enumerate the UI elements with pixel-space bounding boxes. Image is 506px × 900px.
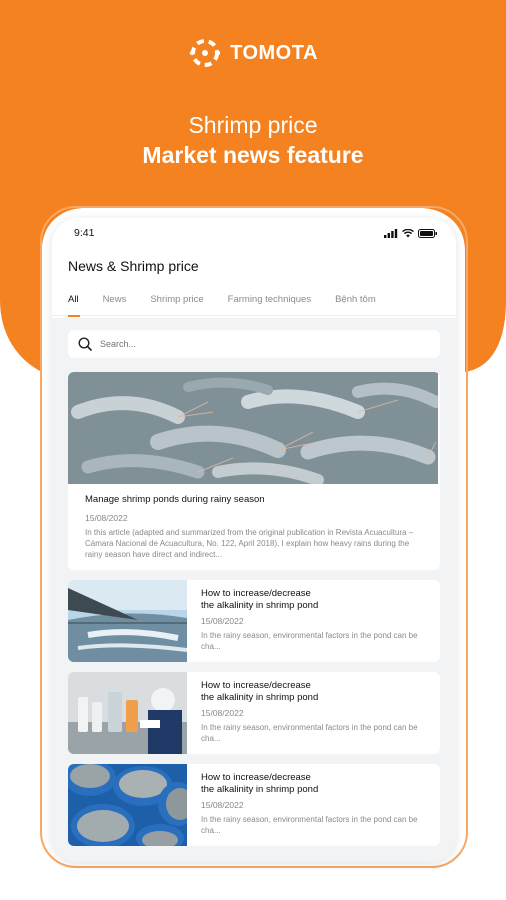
status-time: 9:41	[74, 227, 95, 239]
signal-icon	[384, 228, 398, 238]
featured-title: Manage shrimp ponds during rainy season	[85, 494, 265, 505]
article-title-line2: the alkalinity in shrimp pond	[201, 692, 319, 703]
wifi-icon	[402, 228, 414, 237]
tab-farming-techniques[interactable]: Farming techniques	[228, 284, 311, 316]
article-title-line1: How to increase/decrease	[201, 772, 311, 783]
search-bar[interactable]	[68, 330, 440, 358]
headline-line1: Shrimp price	[188, 112, 318, 138]
status-bar: 9:41	[52, 218, 456, 248]
article-title-line1: How to increase/decrease	[201, 680, 311, 691]
search-icon	[78, 337, 92, 351]
article-image	[68, 764, 198, 846]
page-title: News & Shrimp price	[68, 258, 199, 274]
phone-screen: 9:41 News & Shrimp price All News Shrimp…	[52, 218, 456, 862]
article-title: How to increase/decrease the alkalinity …	[201, 588, 426, 612]
article-date: 15/08/2022	[201, 708, 244, 718]
brand-name: TOMOTA	[230, 41, 318, 64]
search-input[interactable]	[100, 339, 400, 349]
article-card[interactable]: How to increase/decrease the alkalinity …	[68, 580, 440, 662]
tab-news[interactable]: News	[103, 284, 127, 316]
featured-excerpt: In this article (adapted and summarized …	[85, 528, 414, 559]
article-body: How to increase/decrease the alkalinity …	[187, 764, 440, 846]
tab-shrimp-price[interactable]: Shrimp price	[150, 284, 203, 316]
news-list: Manage shrimp ponds during rainy season …	[52, 318, 456, 862]
article-image	[68, 580, 188, 662]
article-card[interactable]: How to increase/decrease the alkalinity …	[68, 764, 440, 846]
headline-line2: Market news feature	[142, 142, 364, 168]
article-date: 15/08/2022	[201, 800, 244, 810]
featured-date: 15/08/2022	[85, 513, 128, 523]
article-title: How to increase/decrease the alkalinity …	[201, 772, 426, 796]
battery-icon	[418, 228, 437, 238]
tab-benh-tom[interactable]: Bệnh tôm	[335, 284, 376, 316]
article-excerpt: In the rainy season, environmental facto…	[201, 815, 418, 835]
featured-body: Manage shrimp ponds during rainy season …	[68, 484, 440, 568]
headline: Shrimp price Market news feature	[0, 110, 506, 170]
article-title-line2: the alkalinity in shrimp pond	[201, 784, 319, 795]
article-excerpt: In the rainy season, environmental facto…	[201, 631, 418, 651]
article-card[interactable]: How to increase/decrease the alkalinity …	[68, 672, 440, 754]
article-title-line1: How to increase/decrease	[201, 588, 311, 599]
tomota-logo-icon	[189, 39, 221, 67]
article-body: How to increase/decrease the alkalinity …	[187, 672, 440, 754]
status-icons	[384, 228, 438, 238]
article-body: How to increase/decrease the alkalinity …	[187, 580, 440, 662]
featured-article[interactable]: Manage shrimp ponds during rainy season …	[68, 372, 440, 570]
tab-all[interactable]: All	[68, 284, 80, 317]
article-title: How to increase/decrease the alkalinity …	[201, 680, 426, 704]
article-title-line2: the alkalinity in shrimp pond	[201, 600, 319, 611]
article-excerpt: In the rainy season, environmental facto…	[201, 723, 418, 743]
article-image	[68, 672, 187, 754]
tab-bar: All News Shrimp price Farming techniques…	[52, 284, 456, 317]
brand: TOMOTA	[0, 36, 506, 70]
article-date: 15/08/2022	[201, 616, 244, 626]
featured-image	[68, 372, 440, 486]
